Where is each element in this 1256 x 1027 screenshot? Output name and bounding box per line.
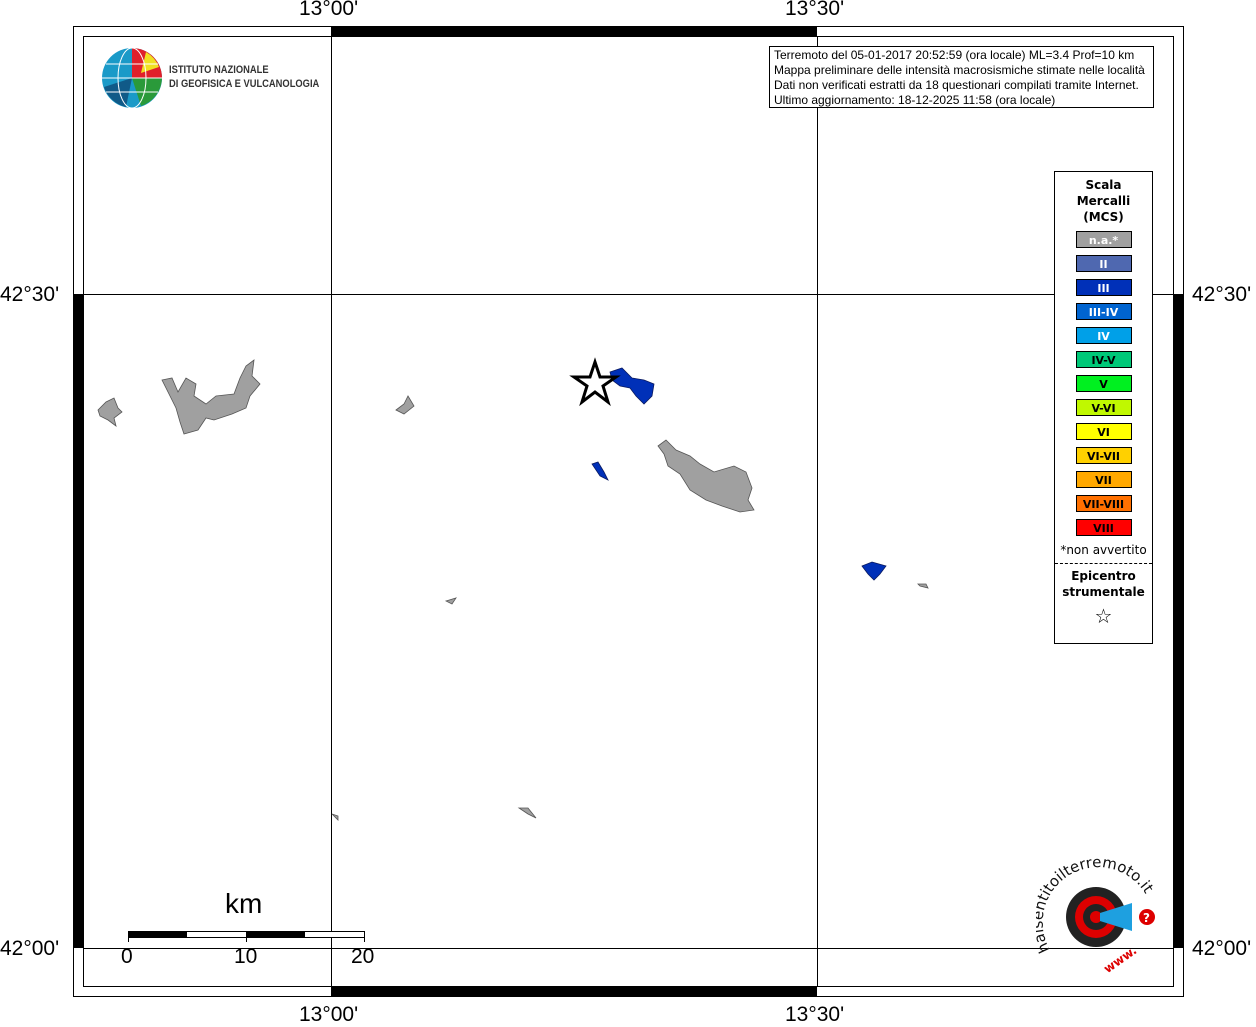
lat-tick-right-2: 42°00' [1192, 937, 1252, 960]
lat-tick-left-2: 42°00' [0, 937, 60, 960]
scale-unit: km [225, 888, 263, 919]
haisentito-logo: haisentitoilterremoto.it www. ? [1029, 853, 1161, 976]
lon-tick-bottom-1: 13°00' [299, 1003, 359, 1026]
legend-swatch-vii-viii: VII-VIII [1075, 495, 1132, 512]
event-info-line: Mappa preliminare delle intensità macros… [774, 63, 1145, 77]
legend-swatch-v: V [1075, 375, 1132, 392]
lat-tick-right-1: 42°30' [1192, 283, 1252, 306]
scale-label-0: 0 [121, 945, 133, 968]
globe-icon [102, 47, 162, 109]
mcs-legend: Scala Mercalli (MCS) n.a.* II III III-IV IV I… [1054, 171, 1153, 644]
brand-www: www. [1101, 943, 1139, 975]
event-info-line: Dati non verificati estratti da 18 quest… [774, 78, 1139, 92]
ingv-logo: ISTITUTO NAZIONALE DI GEOFISICA E VULCAN… [101, 47, 319, 113]
legend-title: Scala Mercalli (MCS) [1076, 178, 1131, 224]
scale-bar [128, 931, 365, 942]
legend-swatch-n-a-: n.a.* [1075, 231, 1132, 248]
event-info-box: Terremoto del 05-01-2017 20:52:59 (ora l… [769, 46, 1154, 108]
ingv-logo-line2: DI GEOFISICA E VULCANOLOGIA [169, 78, 320, 90]
legend-divider [1055, 563, 1152, 564]
legend-swatches: n.a.* II III III-IV IV IV-V V V-VI VI VI-VII VII VI… [1055, 231, 1152, 536]
epicentre-star-icon [569, 357, 621, 407]
ingv-logo-line1: ISTITUTO NAZIONALE [169, 64, 269, 76]
legend-swatch-iii-iv: III-IV [1075, 303, 1132, 320]
legend-swatch-ii: II [1075, 255, 1132, 272]
municipality-areas [97, 359, 929, 821]
svg-text:?: ? [1143, 911, 1150, 925]
epicentre-star-legend-icon: ☆ [1094, 604, 1113, 628]
lon-tick-top-2: 13°30' [785, 0, 845, 20]
legend-swatch-vii: VII [1075, 471, 1132, 488]
graticule [83, 36, 1173, 986]
lon-tick-top-1: 13°00' [299, 0, 359, 20]
legend-swatch-vi: VI [1075, 423, 1132, 440]
haisentito-target-icon: haisentitoilterremoto.it www. ? [1029, 853, 1158, 976]
legend-note: *non avvertito [1060, 543, 1147, 557]
legend-swatch-vi-vii: VI-VII [1075, 447, 1132, 464]
legend-swatch-iv: IV [1075, 327, 1132, 344]
legend-swatch-iv-v: IV-V [1075, 351, 1132, 368]
lon-tick-bottom-2: 13°30' [785, 1003, 845, 1026]
scale-label-10: 10 [234, 945, 258, 968]
event-info-line: Terremoto del 05-01-2017 20:52:59 (ora l… [774, 48, 1135, 62]
legend-swatch-iii: III [1075, 279, 1132, 296]
epicentre-label: strumentale [1062, 585, 1145, 599]
epicentre-label: Epicentro [1071, 569, 1136, 583]
scale-label-20: 20 [351, 945, 375, 968]
legend-swatch-viii: VIII [1075, 519, 1132, 536]
event-info-line: Ultimo aggiornamento: 18-12-2025 11:58 (… [774, 93, 1056, 107]
legend-swatch-v-vi: V-VI [1075, 399, 1132, 416]
lat-tick-left-1: 42°30' [0, 283, 60, 306]
